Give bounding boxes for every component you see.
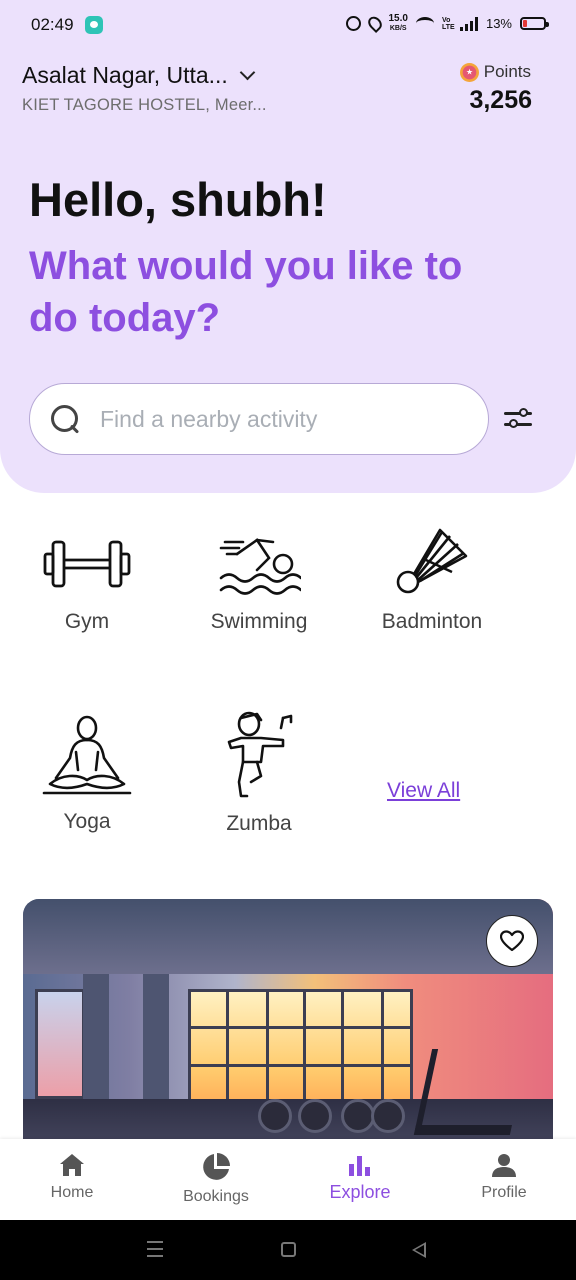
dancer-icon: [227, 711, 293, 798]
nav-bookings[interactable]: Bookings: [144, 1139, 288, 1220]
category-swimming[interactable]: Swimming: [179, 532, 339, 634]
nav-label: Bookings: [183, 1188, 249, 1205]
battery-icon: [520, 17, 549, 30]
home-icon: [60, 1154, 84, 1176]
category-badminton[interactable]: Badminton: [352, 526, 512, 634]
recent-apps-icon[interactable]: [147, 1241, 163, 1257]
home-square-icon[interactable]: [281, 1242, 296, 1257]
net-speed-unit: KB/S: [389, 25, 407, 32]
promo-window-left: [35, 989, 85, 1099]
status-bar: 02:49 15.0 KB/S Vo LTE 13%: [0, 0, 576, 50]
view-all-link[interactable]: View All: [387, 779, 460, 803]
greeting-question: What would you like to do today?: [29, 244, 463, 340]
chevron-down-icon: [239, 64, 256, 81]
nav-profile[interactable]: Profile: [432, 1139, 576, 1220]
bar-chart-icon: [349, 1156, 370, 1176]
status-icons: 15.0 KB/S Vo LTE 13%: [345, 13, 549, 34]
location-subtitle: KIET TAGORE HOSTEL, Meer...: [22, 96, 267, 114]
search-icon: [50, 404, 80, 434]
promo-ceiling: [23, 899, 553, 974]
location-selector[interactable]: Asalat Nagar, Utta...: [22, 62, 256, 89]
swimmer-icon: [219, 538, 301, 595]
promo-weight: [341, 1099, 375, 1133]
alarm-icon: [345, 16, 361, 31]
bottom-navigation: Home Bookings Explore Profile: [0, 1139, 576, 1220]
promo-treadmill: [413, 1049, 529, 1135]
nav-home[interactable]: Home: [0, 1139, 144, 1220]
status-time: 02:49: [31, 15, 74, 34]
location-title: Asalat Nagar, Utta...: [22, 62, 228, 88]
nav-explore[interactable]: Explore: [288, 1139, 432, 1220]
category-yoga[interactable]: Yoga: [7, 714, 167, 834]
category-label: Yoga: [63, 810, 111, 833]
promo-gym-card[interactable]: [23, 899, 553, 1159]
category-label: Zumba: [226, 812, 292, 835]
favorite-button[interactable]: [486, 915, 538, 967]
category-zumba[interactable]: Zumba: [179, 710, 339, 836]
battery-percent: 13%: [485, 16, 512, 31]
person-icon: [492, 1154, 516, 1177]
system-navigation-bar: [0, 1220, 576, 1280]
net-speed-value: 15.0: [388, 13, 408, 24]
net-speed: 15.0 KB/S: [389, 14, 408, 33]
volte-label: Vo LTE: [441, 16, 455, 31]
points-value: 3,256: [469, 86, 532, 114]
promo-weight: [371, 1099, 405, 1133]
search-input[interactable]: [100, 405, 440, 433]
category-label: Swimming: [210, 610, 308, 633]
nav-label: Home: [50, 1184, 94, 1201]
category-label: Gym: [64, 610, 110, 633]
heart-icon: [500, 930, 524, 952]
pie-chart-icon: [203, 1153, 230, 1180]
nav-label: Profile: [481, 1184, 527, 1201]
dumbbell-icon: [43, 540, 131, 588]
promo-weight: [298, 1099, 332, 1133]
filter-sliders-icon[interactable]: [504, 406, 532, 430]
promo-weight: [258, 1099, 292, 1133]
yoga-icon: [42, 715, 132, 795]
category-label: Badminton: [381, 610, 483, 633]
back-triangle-icon[interactable]: [412, 1242, 426, 1258]
points-label: Points: [483, 62, 531, 81]
wifi-icon: [415, 17, 434, 30]
chat-notification-icon: [85, 16, 103, 34]
points-coin-icon: [459, 62, 479, 82]
nav-label: Explore: [329, 1182, 391, 1202]
search-bar[interactable]: [29, 383, 489, 455]
shuttlecock-icon: [396, 528, 468, 594]
signal-icon: [459, 16, 478, 31]
points-badge[interactable]: Points: [459, 62, 531, 82]
location-icon: [364, 13, 385, 34]
greeting-title: Hello, shubh!: [29, 173, 327, 226]
category-gym[interactable]: Gym: [7, 532, 167, 634]
